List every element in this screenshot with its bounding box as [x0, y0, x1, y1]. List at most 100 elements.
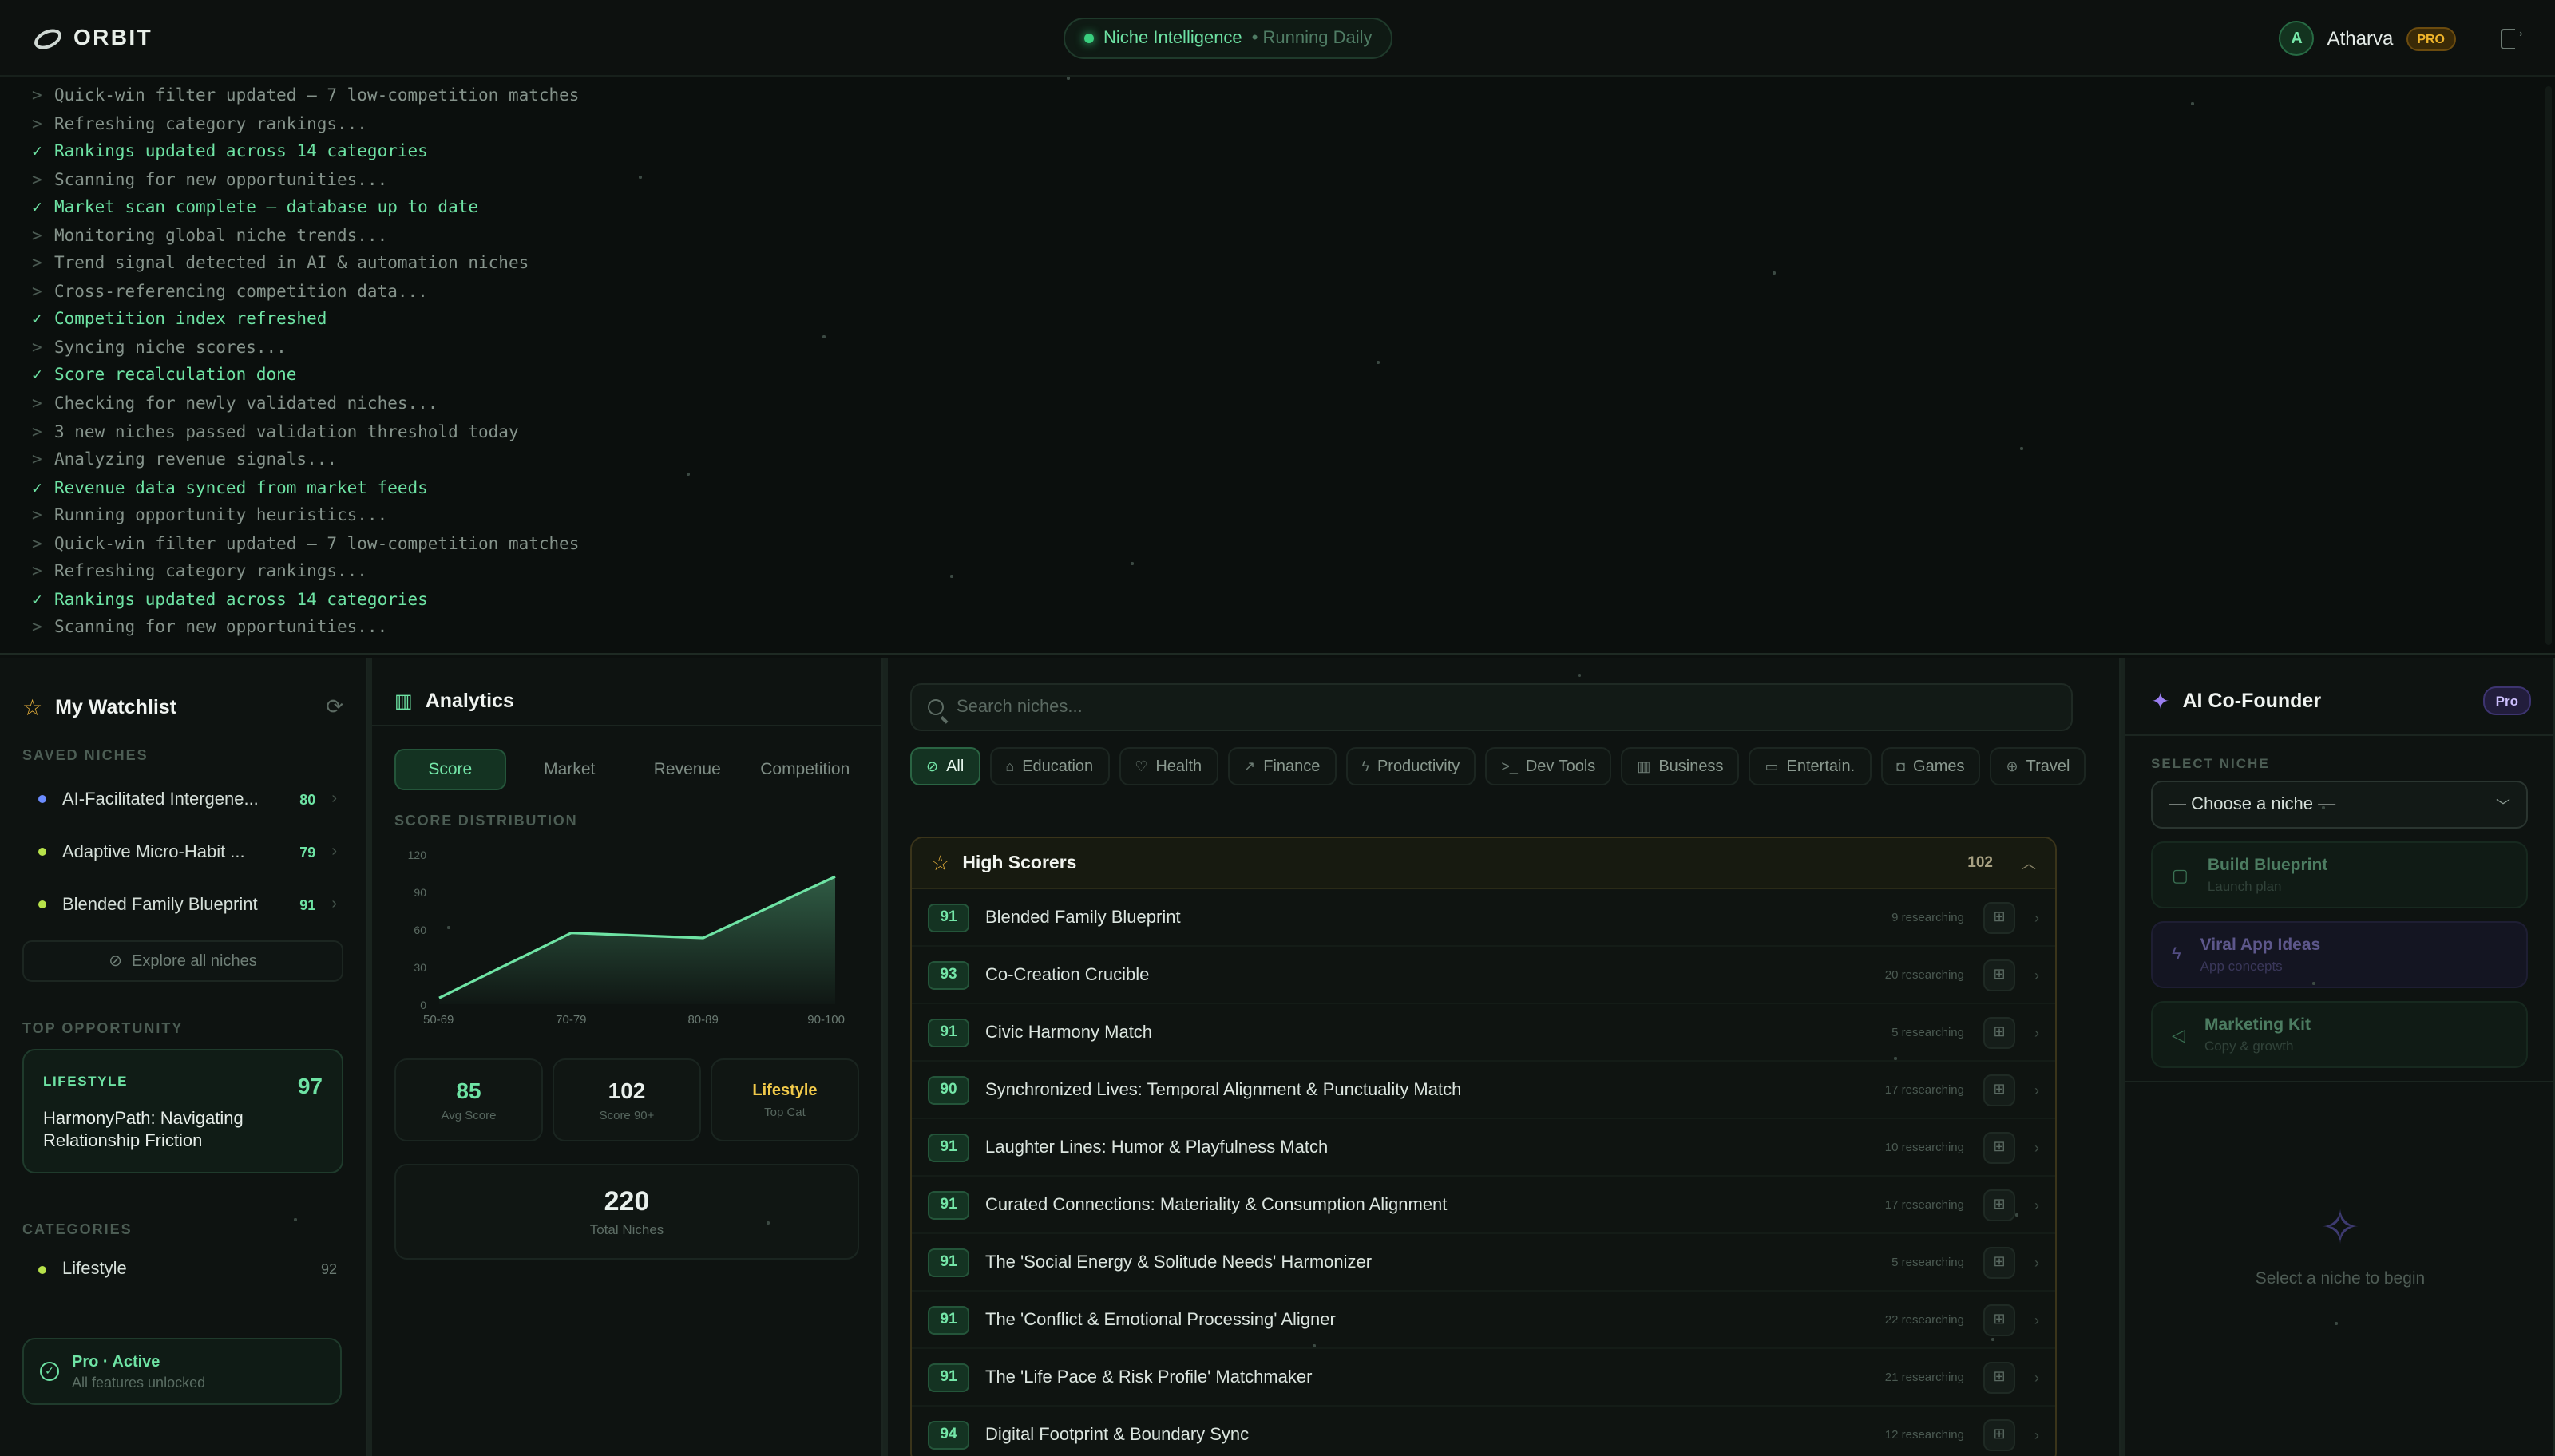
filter-entertain[interactable]: ▭ Entertain.	[1749, 747, 1872, 785]
group-header[interactable]: ☆ High Scorers 102 ︿	[912, 838, 2055, 889]
logo[interactable]: ORBIT	[32, 24, 153, 49]
refresh-icon[interactable]: ⟳	[326, 694, 343, 720]
stat-card: 85 Avg Score	[394, 1058, 543, 1141]
log-text: Refreshing category rankings...	[54, 562, 367, 582]
filter-education[interactable]: ⌂ Education	[989, 747, 1110, 785]
niche-row[interactable]: 91 The 'Conflict & Emotional Processing' …	[912, 1292, 2055, 1349]
ai-card-icon: ▢	[2172, 866, 2189, 885]
status-pill: Niche Intelligence • Running Daily	[1064, 18, 1393, 59]
background-speck	[1773, 271, 1775, 274]
bookmark-icon[interactable]: ⊞	[1983, 1016, 2015, 1048]
user-menu[interactable]: A Atharva PRO	[2279, 21, 2526, 56]
niche-row[interactable]: 91 The 'Life Pace & Risk Profile' Matchma…	[912, 1349, 2055, 1407]
ai-card-build-blueprint[interactable]: ▢ Build Blueprint Launch plan	[2151, 841, 2528, 908]
filter-label: Health	[1155, 758, 1202, 775]
bookmark-icon[interactable]: ⊞	[1983, 1189, 2015, 1221]
y-tick-label: 60	[414, 924, 426, 936]
log-text: Scanning for new opportunities...	[54, 170, 388, 190]
niche-row[interactable]: 91 Curated Connections: Materiality & Con…	[912, 1177, 2055, 1234]
bookmark-icon[interactable]: ⊞	[1983, 1304, 2015, 1335]
log-text: Scanning for new opportunities...	[54, 618, 388, 638]
tab-market[interactable]: Market	[516, 749, 624, 790]
category-item[interactable]: Lifestyle 92	[0, 1253, 366, 1285]
tab-revenue[interactable]: Revenue	[633, 749, 742, 790]
log-prefix: >	[32, 450, 42, 470]
watchlist-item[interactable]: AI-Facilitated Intergene... 80 ›	[0, 773, 366, 825]
tab-competition[interactable]: Competition	[751, 749, 860, 790]
niche-row[interactable]: 93 Co-Creation Crucible 20 researching ⊞ ›	[912, 947, 2055, 1004]
log-text: Monitoring global niche trends...	[54, 226, 388, 246]
bookmark-icon[interactable]: ⊞	[1983, 1361, 2015, 1393]
y-tick-label: 120	[408, 849, 427, 861]
log-scrollbar[interactable]	[2545, 86, 2552, 645]
compass-icon: ⊘	[109, 952, 122, 970]
status-sub: • Running Daily	[1251, 29, 1373, 48]
score-badge: 94	[928, 1420, 969, 1449]
log-line: ✓ Score recalculation done	[32, 363, 2523, 391]
tab-score[interactable]: Score	[394, 749, 506, 790]
niche-name: The 'Life Pace & Risk Profile' Matchmake…	[985, 1367, 1313, 1387]
log-text: Analyzing revenue signals...	[54, 450, 338, 470]
niche-name: The 'Social Energy & Solitude Needs' Har…	[985, 1252, 1373, 1272]
log-prefix: ✓	[32, 366, 42, 386]
ai-card-marketing-kit[interactable]: ◁ Marketing Kit Copy & growth	[2151, 1001, 2528, 1068]
bookmark-icon[interactable]: ⊞	[1983, 901, 2015, 933]
chevron-right-icon: ›	[2034, 1082, 2039, 1098]
niche-name: Laughter Lines: Humor & Playfulness Matc…	[985, 1138, 1329, 1157]
chevron-right-icon: ›	[2034, 967, 2039, 983]
top-opportunity-card[interactable]: LIFESTYLE 97 HarmonyPath: Navigating Rel…	[22, 1049, 343, 1173]
log-text: Running opportunity heuristics...	[54, 506, 388, 526]
log-line: > Refreshing category rankings...	[32, 560, 2523, 588]
bookmark-icon[interactable]: ⊞	[1983, 1131, 2015, 1163]
explore-label: Explore all niches	[132, 952, 257, 970]
filter-dev-tools[interactable]: >_ Dev Tools	[1485, 747, 1612, 785]
stats-row: 85 Avg Score 102 Score 90+ Lifestyle Top Cat	[394, 1058, 859, 1141]
niche-row[interactable]: 90 Synchronized Lives: Temporal Alignment…	[912, 1062, 2055, 1119]
filter-all[interactable]: ⊘ All	[910, 747, 980, 785]
filter-business[interactable]: ▥ Business	[1621, 747, 1740, 785]
watchlist-item[interactable]: Adaptive Micro-Habit ... 79 ›	[0, 825, 366, 878]
search-input[interactable]	[957, 698, 2042, 717]
explore-all-button[interactable]: ⊘ Explore all niches	[22, 940, 343, 982]
bookmark-icon[interactable]: ⊞	[1983, 1246, 2015, 1278]
log-text: Competition index refreshed	[54, 310, 327, 330]
avatar[interactable]: A	[2279, 21, 2315, 56]
filter-travel[interactable]: ⊕ Travel	[1990, 747, 2086, 785]
log-line: > Cross-referencing competition data...	[32, 279, 2523, 307]
filter-health[interactable]: ♡ Health	[1119, 747, 1218, 785]
background-speck	[687, 473, 689, 475]
niche-row[interactable]: 91 Blended Family Blueprint 9 researching ⊞…	[912, 889, 2055, 947]
filter-finance[interactable]: ↗ Finance	[1227, 747, 1337, 785]
niche-row[interactable]: 94 Digital Footprint & Boundary Sync 12 re…	[912, 1407, 2055, 1456]
log-prefix: ✓	[32, 142, 42, 162]
filter-icon: ⊕	[2006, 758, 2018, 774]
niche-select[interactable]: — Choose a niche — ﹀	[2151, 781, 2528, 829]
filter-productivity[interactable]: ϟ Productivity	[1345, 747, 1476, 785]
niche-row[interactable]: 91 Laughter Lines: Humor & Playfulness Ma…	[912, 1119, 2055, 1177]
analytics-panel: ▥ Analytics Score Market Revenue Competitio…	[372, 658, 883, 1456]
chevron-up-icon[interactable]: ︿	[2022, 853, 2036, 873]
ai-card-sub: Copy & growth	[2204, 1038, 2294, 1054]
researching-count: 9 researching	[1891, 910, 1964, 924]
ai-card-viral-app-ideas[interactable]: ϟ Viral App Ideas App concepts	[2151, 921, 2528, 988]
watchlist-item[interactable]: Blended Family Blueprint 91 ›	[0, 878, 366, 931]
log-line: > Analyzing revenue signals...	[32, 447, 2523, 475]
group-count: 102	[1967, 854, 1993, 872]
niche-select-value: — Choose a niche —	[2169, 795, 2336, 814]
log-line: > Refreshing category rankings...	[32, 111, 2523, 139]
filter-games[interactable]: ◘ Games	[1880, 747, 1981, 785]
niche-row[interactable]: 91 The 'Social Energy & Solitude Needs' H…	[912, 1234, 2055, 1292]
researching-count: 5 researching	[1891, 1255, 1964, 1269]
search-box[interactable]	[910, 683, 2073, 731]
bookmark-icon[interactable]: ⊞	[1983, 1074, 2015, 1106]
bookmark-icon[interactable]: ⊞	[1983, 959, 2015, 991]
niche-row[interactable]: 91 Civic Harmony Match 5 researching ⊞ ›	[912, 1004, 2055, 1062]
background-speck	[1578, 674, 1580, 676]
watchlist-item-name: Blended Family Blueprint	[62, 895, 258, 914]
top-opportunity-label: TOP OPPORTUNITY	[22, 1020, 184, 1036]
stat-value: 102	[608, 1078, 646, 1103]
logout-icon[interactable]	[2501, 22, 2526, 49]
bookmark-icon[interactable]: ⊞	[1983, 1418, 2015, 1450]
background-speck	[2335, 1322, 2337, 1324]
watchlist-item-score: 79	[299, 844, 316, 860]
